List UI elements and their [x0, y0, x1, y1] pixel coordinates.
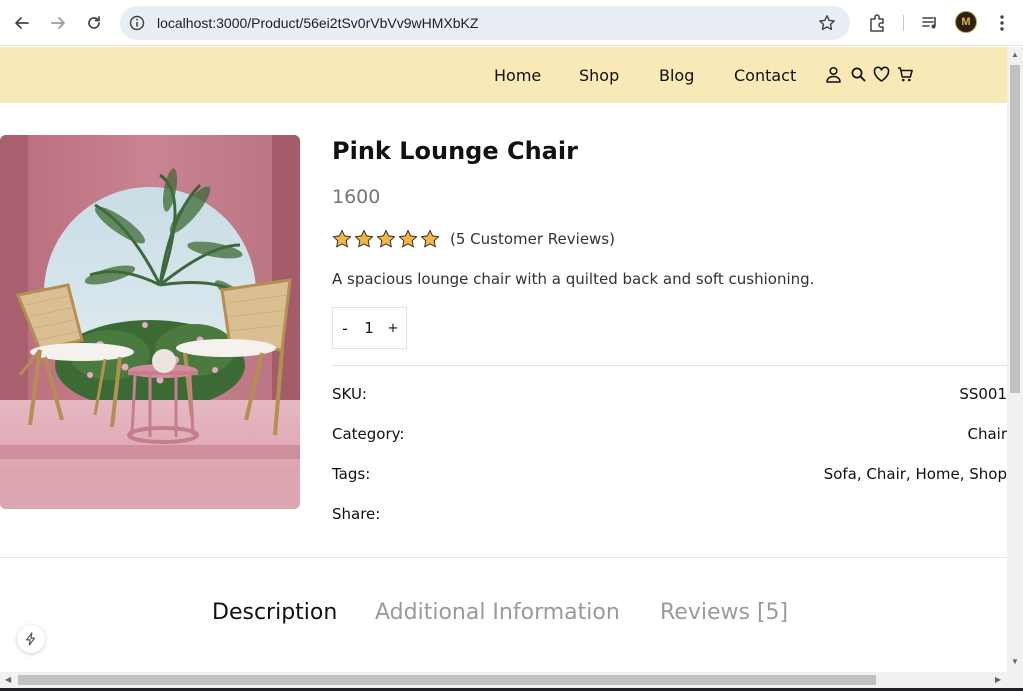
vertical-scrollbar[interactable]: ▲ ▼ [1007, 47, 1023, 672]
quantity-decrement-button[interactable]: - [333, 319, 357, 338]
category-label: Category: [332, 425, 405, 443]
nav-blog[interactable]: Blog [659, 66, 694, 85]
quantity-stepper: - 1 + [332, 307, 407, 349]
sku-label: SKU: [332, 385, 367, 403]
product-description: A spacious lounge chair with a quilted b… [332, 270, 815, 288]
scroll-right-arrow-icon[interactable]: ▶ [995, 675, 1001, 684]
section-divider [0, 557, 1007, 558]
arrow-right-icon [51, 17, 65, 29]
media-control-icon[interactable] [920, 13, 940, 33]
arrow-left-icon [15, 17, 29, 29]
toolbar-separator [903, 15, 904, 31]
nav-contact[interactable]: Contact [734, 66, 796, 85]
site-header: Home Shop Blog Contact [0, 47, 1007, 103]
scroll-left-arrow-icon[interactable]: ◀ [5, 675, 11, 684]
profile-avatar[interactable]: M [955, 11, 977, 33]
star-icon [398, 229, 418, 248]
product-price: 1600 [332, 186, 381, 208]
bookmark-star-icon[interactable] [818, 14, 836, 32]
tab-reviews[interactable]: Reviews [5] [660, 600, 788, 625]
rating-stars [332, 229, 440, 249]
star-icon [376, 229, 396, 248]
tags-label: Tags: [332, 465, 371, 483]
browser-toolbar: localhost:3000/Product/56ei2tSv0rVbVv9wH… [0, 0, 1023, 46]
quantity-increment-button[interactable]: + [381, 321, 405, 336]
tab-description[interactable]: Description [212, 600, 337, 625]
reload-button[interactable] [80, 9, 108, 37]
tags-value[interactable]: Sofa, Chair, Home, Shop [824, 465, 1007, 483]
tab-additional-information[interactable]: Additional Information [375, 600, 620, 625]
horizontal-scroll-thumb[interactable] [18, 675, 876, 685]
star-icon [420, 229, 440, 248]
search-icon[interactable] [850, 66, 867, 83]
page-viewport: Home Shop Blog Contact Pink Lounge Chair… [0, 47, 1007, 672]
star-icon [332, 229, 352, 248]
reload-icon [88, 16, 100, 29]
category-value[interactable]: Chair [967, 425, 1007, 443]
site-info-icon[interactable] [128, 14, 146, 32]
sku-value: SS001 [959, 385, 1007, 403]
scroll-up-arrow-icon[interactable]: ▲ [1011, 51, 1019, 59]
horizontal-scrollbar[interactable]: ◀ ▶ [0, 672, 1023, 688]
forward-button[interactable] [44, 9, 72, 37]
extensions-icon[interactable] [867, 13, 887, 33]
star-icon [354, 229, 374, 248]
quantity-value[interactable]: 1 [357, 319, 381, 337]
url-text[interactable]: localhost:3000/Product/56ei2tSv0rVbVv9wH… [157, 15, 478, 31]
vertical-scroll-thumb[interactable] [1010, 65, 1020, 393]
share-label: Share: [332, 505, 381, 523]
product-title: Pink Lounge Chair [332, 137, 578, 165]
address-bar[interactable]: localhost:3000/Product/56ei2tSv0rVbVv9wH… [120, 6, 850, 40]
nav-home[interactable]: Home [494, 66, 541, 85]
cart-icon[interactable] [897, 66, 914, 83]
heart-icon[interactable] [873, 66, 890, 83]
back-button[interactable] [8, 9, 36, 37]
avatar-letter: M [961, 16, 971, 28]
user-icon[interactable] [825, 66, 842, 83]
lightning-icon [26, 632, 36, 646]
quick-action-button[interactable] [17, 625, 45, 653]
reviews-count[interactable]: (5 Customer Reviews) [450, 230, 615, 248]
nav-shop[interactable]: Shop [579, 66, 619, 85]
scroll-down-arrow-icon[interactable]: ▼ [1011, 658, 1019, 666]
more-menu-icon[interactable] [992, 13, 1012, 33]
divider [332, 365, 1007, 366]
product-image [0, 135, 300, 509]
